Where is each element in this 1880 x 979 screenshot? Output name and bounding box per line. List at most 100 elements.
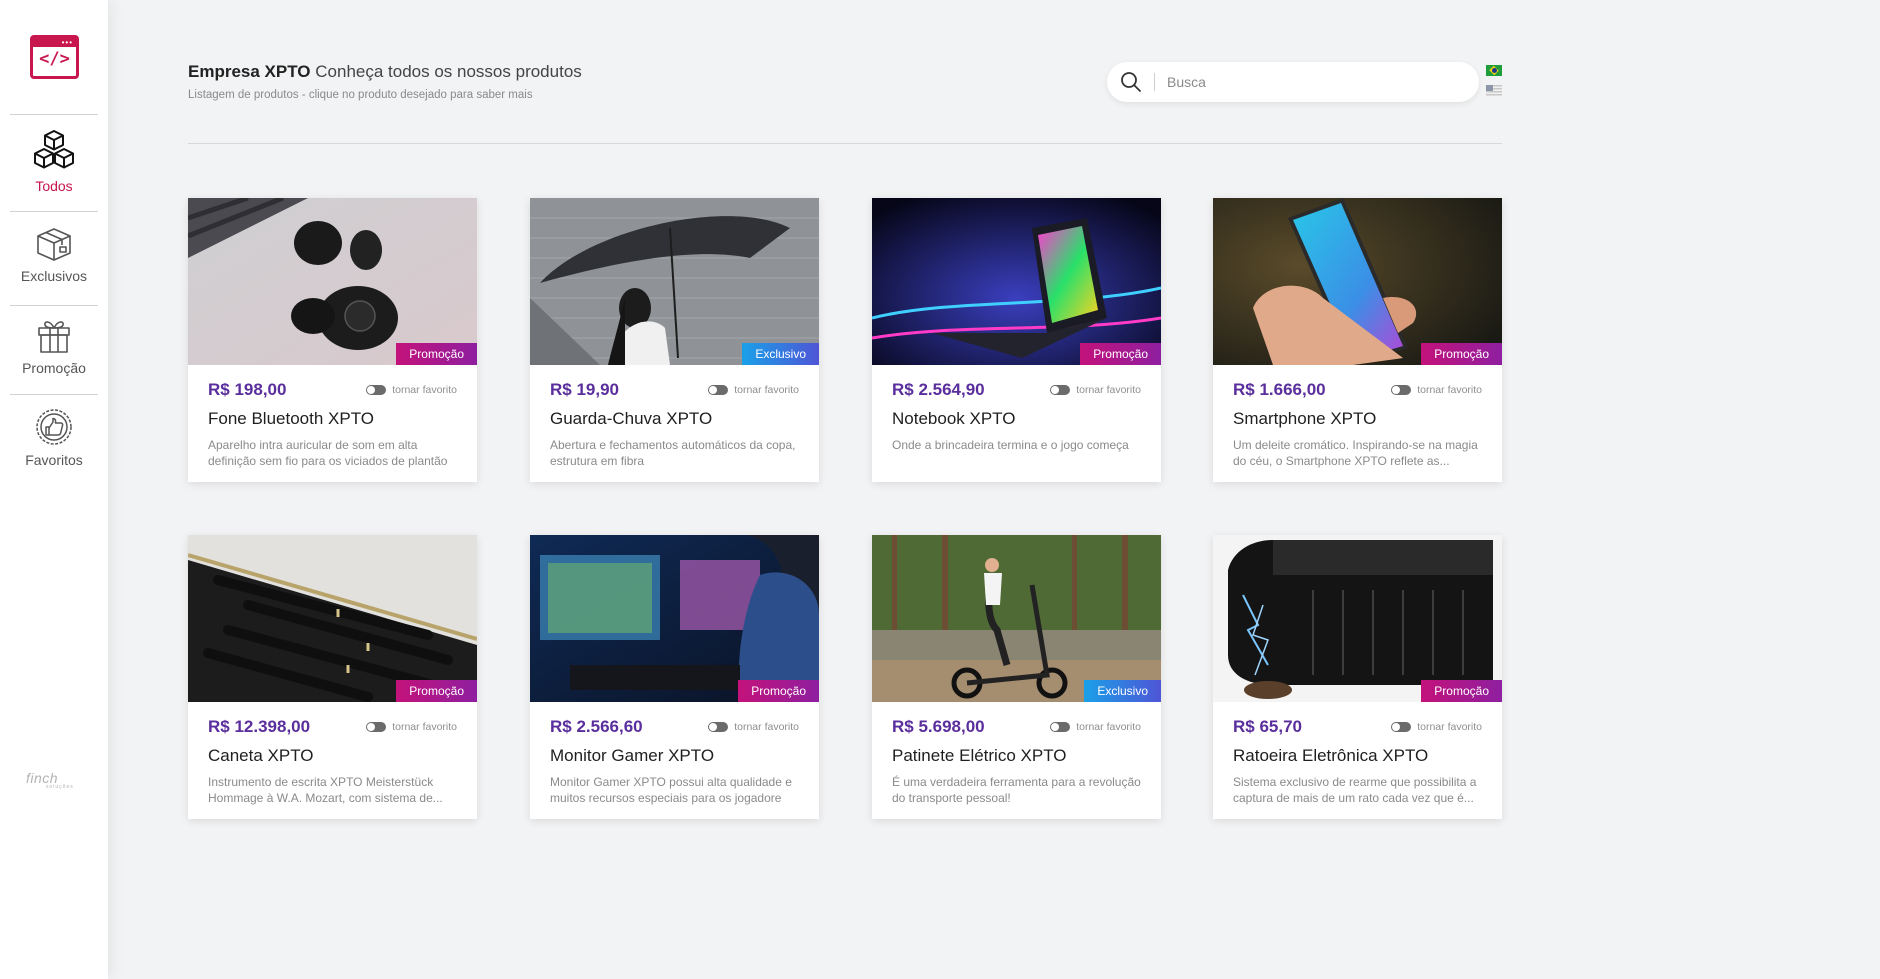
product-card[interactable]: Promoção R$ 1.666,00 tornar favorito Sma…: [1213, 198, 1502, 482]
product-image: [188, 535, 477, 702]
promo-badge: Promoção: [738, 680, 819, 702]
page-subtitle: Listagem de produtos - clique no produto…: [188, 89, 533, 101]
product-name: Smartphone XPTO: [1233, 409, 1377, 428]
product-card[interactable]: Exclusivo R$ 19,90 tornar favorito Guard…: [530, 198, 819, 482]
favorite-label: tornar favorito: [392, 384, 457, 396]
divider: [188, 143, 1502, 144]
favorite-label: tornar favorito: [1076, 384, 1141, 396]
favorite-toggle[interactable]: tornar favorito: [1391, 720, 1482, 734]
open-box-icon: [37, 228, 71, 261]
product-description: Aparelho intra auricular de som em alta …: [208, 438, 448, 468]
promo-badge: Promoção: [1080, 343, 1161, 365]
product-price: R$ 65,70: [1233, 717, 1302, 736]
favorite-toggle[interactable]: tornar favorito: [1050, 720, 1141, 734]
promo-badge: Promoção: [396, 680, 477, 702]
product-price: R$ 198,00: [208, 380, 287, 399]
product-image: [1213, 198, 1502, 365]
sidebar-item-label: Todos: [35, 178, 73, 194]
thumbs-up-badge-icon: [36, 409, 72, 445]
favorite-toggle[interactable]: tornar favorito: [708, 383, 799, 397]
brazil-flag-icon[interactable]: [1486, 65, 1502, 76]
favorite-label: tornar favorito: [734, 384, 799, 396]
product-price: R$ 1.666,00: [1233, 380, 1326, 399]
company-name: Empresa XPTO: [188, 62, 311, 81]
boxes-icon: [34, 130, 74, 169]
product-description: Instrumento de escrita XPTO Meisterstück…: [208, 775, 443, 805]
favorite-toggle[interactable]: tornar favorito: [708, 720, 799, 734]
product-image: [530, 535, 819, 702]
favorite-toggle[interactable]: tornar favorito: [1050, 383, 1141, 397]
product-name: Monitor Gamer XPTO: [550, 746, 715, 765]
page-title: Empresa XPTO Conheça todos os nossos pro…: [188, 62, 582, 82]
product-price: R$ 5.698,00: [892, 717, 985, 736]
toggle-switch[interactable]: [1050, 722, 1071, 732]
favorite-toggle[interactable]: tornar favorito: [366, 383, 457, 397]
sidebar: ••• </> Todos Exclusivos Promoção Favori…: [0, 0, 108, 979]
divider: [10, 305, 98, 306]
product-name: Notebook XPTO: [892, 409, 1016, 428]
favorite-label: tornar favorito: [1417, 721, 1482, 733]
favorite-toggle[interactable]: tornar favorito: [366, 720, 457, 734]
promo-badge: Promoção: [396, 343, 477, 365]
divider: [10, 211, 98, 212]
product-card[interactable]: Promoção R$ 2.566,60 tornar favorito Mon…: [530, 535, 819, 819]
product-card[interactable]: Exclusivo R$ 5.698,00 tornar favorito Pa…: [872, 535, 1161, 819]
product-image: [530, 198, 819, 365]
search-icon[interactable]: [1120, 71, 1142, 93]
search-input[interactable]: [1167, 70, 1457, 94]
toggle-switch[interactable]: [1050, 385, 1071, 395]
promo-badge: Promoção: [1421, 680, 1502, 702]
product-description: Um deleite cromático. Inspirando-se na m…: [1233, 438, 1478, 468]
sidebar-item-favoritos[interactable]: Favoritos: [0, 408, 108, 468]
product-card[interactable]: Promoção R$ 2.564,90 tornar favorito Not…: [872, 198, 1161, 482]
product-price: R$ 2.564,90: [892, 380, 985, 399]
product-image: [1213, 535, 1502, 702]
product-description: Abertura e fechamentos automáticos da co…: [550, 438, 796, 468]
app-logo[interactable]: ••• </>: [30, 35, 79, 79]
toggle-switch[interactable]: [708, 385, 729, 395]
search-bar: [1107, 62, 1479, 102]
product-name: Ratoeira Eletrônica XPTO: [1233, 746, 1429, 765]
finch-logo: finch soluções: [26, 770, 74, 790]
toggle-switch[interactable]: [366, 722, 387, 732]
product-name: Guarda-Chuva XPTO: [550, 409, 713, 428]
product-card[interactable]: Promoção R$ 12.398,00 tornar favorito Ca…: [188, 535, 477, 819]
product-card[interactable]: Promoção R$ 65,70 tornar favorito Ratoei…: [1213, 535, 1502, 819]
divider: [10, 394, 98, 395]
product-description: É uma verdadeira ferramenta para a revol…: [892, 775, 1141, 805]
product-price: R$ 12.398,00: [208, 717, 311, 736]
product-card[interactable]: Promoção R$ 198,00 tornar favorito Fone …: [188, 198, 477, 482]
usa-flag-icon[interactable]: [1486, 85, 1502, 96]
product-price: R$ 19,90: [550, 380, 619, 399]
product-description: Sistema exclusivo de rearme que possibil…: [1233, 775, 1477, 805]
sidebar-item-exclusivos[interactable]: Exclusivos: [0, 226, 108, 284]
sidebar-item-todos[interactable]: Todos: [0, 128, 108, 194]
product-name: Caneta XPTO: [208, 746, 314, 765]
sidebar-item-label: Exclusivos: [20, 268, 88, 284]
favorite-label: tornar favorito: [1076, 721, 1141, 733]
product-price: R$ 2.566,60: [550, 717, 643, 736]
favorite-label: tornar favorito: [734, 721, 799, 733]
exclusive-badge: Exclusivo: [1084, 680, 1161, 702]
product-image: [188, 198, 477, 365]
page-tagline: Conheça todos os nossos produtos: [315, 62, 582, 81]
toggle-switch[interactable]: [1391, 722, 1412, 732]
product-image: [872, 198, 1161, 365]
exclusive-badge: Exclusivo: [742, 343, 819, 365]
divider: [10, 114, 98, 115]
promo-badge: Promoção: [1421, 343, 1502, 365]
favorite-toggle[interactable]: tornar favorito: [1391, 383, 1482, 397]
gift-icon: [38, 321, 70, 353]
toggle-switch[interactable]: [366, 385, 387, 395]
product-name: Fone Bluetooth XPTO: [208, 409, 375, 428]
toggle-switch[interactable]: [708, 722, 729, 732]
sidebar-item-label: Promoção: [22, 360, 86, 376]
sidebar-item-promocao[interactable]: Promoção: [0, 318, 108, 376]
product-image: [872, 535, 1161, 702]
toggle-switch[interactable]: [1391, 385, 1412, 395]
product-name: Patinete Elétrico XPTO: [892, 746, 1067, 765]
sidebar-item-label: Favoritos: [25, 452, 83, 468]
product-description: Onde a brincadeira termina e o jogo come…: [892, 438, 1129, 452]
favorite-label: tornar favorito: [1417, 384, 1482, 396]
product-description: Monitor Gamer XPTO possui alta qualidade…: [550, 775, 792, 805]
